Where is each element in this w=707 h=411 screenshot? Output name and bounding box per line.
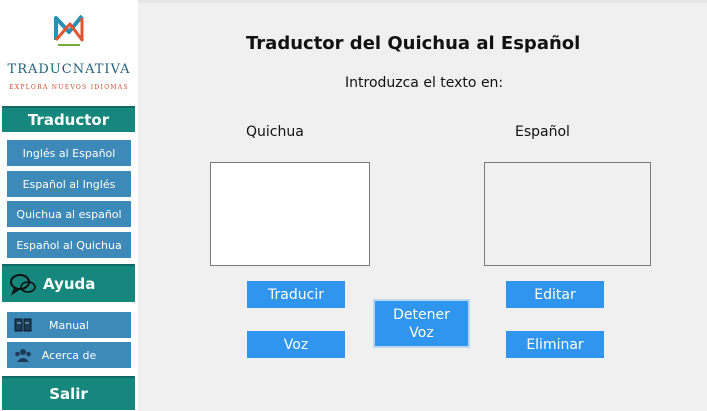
input-prompt: Introduzca el texto en: [345, 75, 504, 91]
sidebar-item-label: Español al Inglés [22, 177, 116, 191]
translate-button[interactable]: Traducir [247, 281, 345, 308]
sidebar-item-espanol-ingles[interactable]: Español al Inglés [7, 171, 131, 197]
sidebar-item-acerca-de[interactable]: Acerca de [7, 342, 131, 368]
delete-button-label: Eliminar [526, 336, 584, 353]
edit-button-label: Editar [534, 286, 576, 303]
sidebar-item-label: Manual [49, 318, 89, 332]
sidebar-item-manual[interactable]: Manual [7, 312, 131, 338]
salir-label: Salir [49, 385, 88, 403]
book-icon [13, 315, 33, 335]
target-language-label: Español [515, 124, 570, 140]
voice-button-label: Voz [283, 336, 309, 353]
target-text-output[interactable] [484, 162, 651, 266]
section-ayuda[interactable]: Ayuda [2, 264, 135, 302]
page-title: Traductor del Quichua al Español [246, 33, 581, 54]
source-text-input[interactable] [210, 162, 370, 266]
voice-button[interactable]: Voz [247, 331, 345, 358]
delete-button[interactable]: Eliminar [506, 331, 604, 358]
stop-voice-button-label: Detener Voz [393, 306, 450, 341]
sidebar-item-espanol-quichua[interactable]: Español al Quichua [7, 232, 131, 258]
sidebar-item-label: Quichua al español [16, 207, 122, 221]
section-traductor-label: Traductor [27, 111, 110, 129]
sidebar-item-ingles-espanol[interactable]: Inglés al Español [7, 140, 131, 166]
sidebar-item-quichua-espanol[interactable]: Quichua al español [7, 201, 131, 227]
sidebar-item-label: Español al Quichua [16, 238, 122, 252]
chat-bubbles-icon [10, 274, 36, 296]
logo-mark-icon [54, 14, 84, 46]
brand-tagline: EXPLORA NUEVOS IDIOMAS [9, 84, 129, 91]
source-language-label: Quichua [246, 124, 304, 140]
sidebar-item-label: Acerca de [41, 348, 97, 362]
sidebar-item-label: Inglés al Español [22, 146, 116, 160]
salir-button[interactable]: Salir [2, 376, 135, 410]
group-icon [13, 345, 33, 365]
sidebar: TRADUCNATIVA EXPLORA NUEVOS IDIOMAS Trad… [0, 0, 138, 411]
edit-button[interactable]: Editar [506, 281, 604, 308]
section-ayuda-label: Ayuda [43, 275, 96, 293]
translator-panel: Traductor del Quichua al Español Introdu… [138, 0, 707, 411]
translate-button-label: Traducir [268, 286, 324, 303]
brand-name: TRADUCNATIVA [7, 62, 131, 77]
stop-voice-button[interactable]: Detener Voz [373, 299, 470, 348]
section-traductor[interactable]: Traductor [2, 106, 135, 132]
top-divider [138, 0, 707, 3]
app-logo: TRADUCNATIVA EXPLORA NUEVOS IDIOMAS [0, 0, 138, 100]
